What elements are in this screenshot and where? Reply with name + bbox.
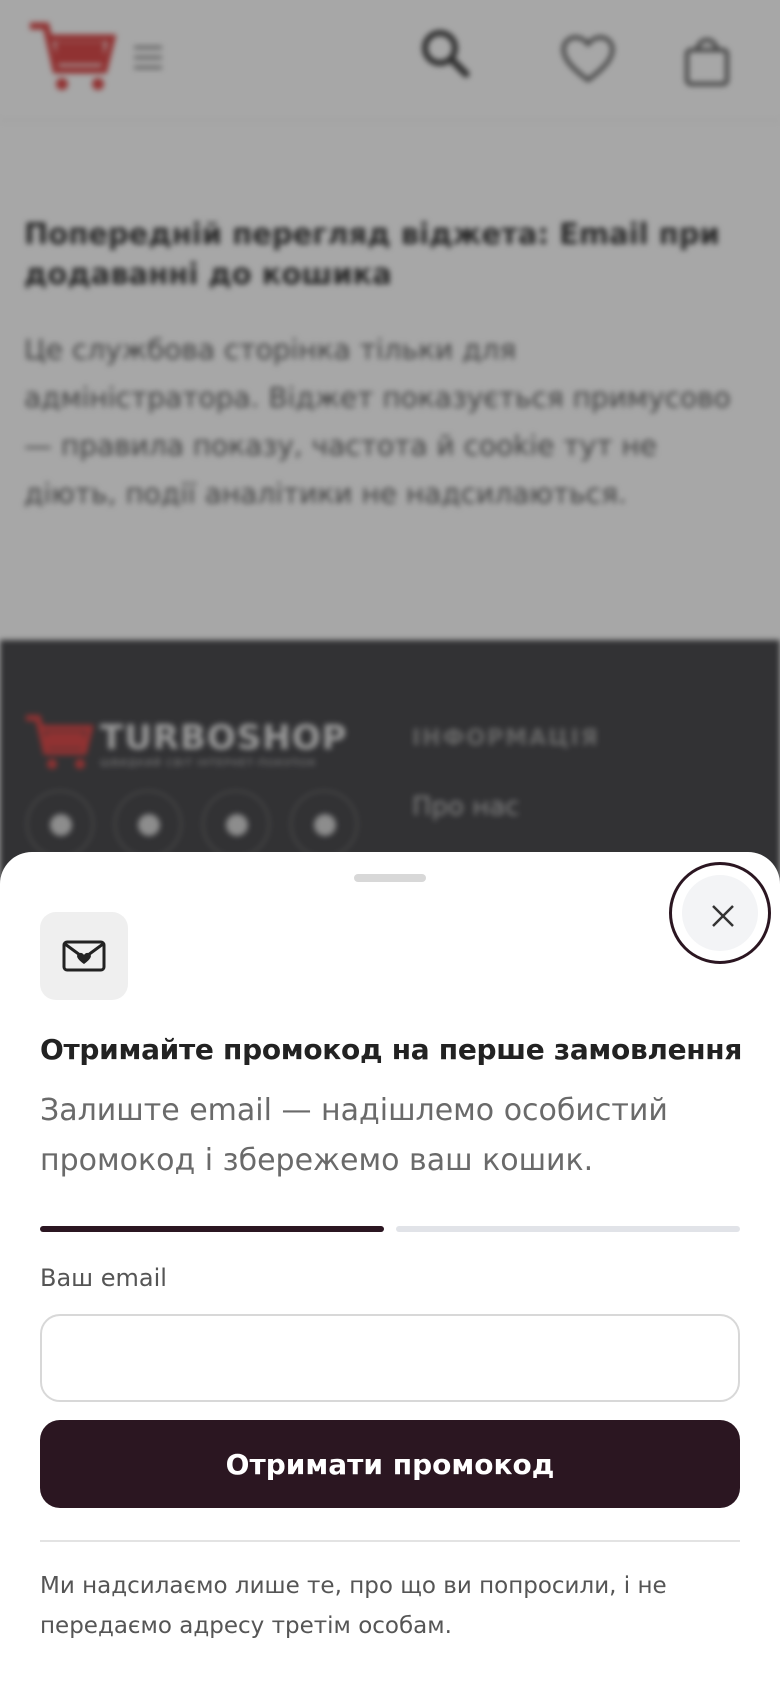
progress-step-1 [40,1226,384,1232]
widget-title: Отримайте промокод на перше замовлення [40,1033,743,1066]
progress-step-2 [396,1226,740,1232]
get-promocode-button[interactable]: Отримати промокод [40,1420,740,1508]
sheet-grabber-handle[interactable] [354,874,426,882]
privacy-disclaimer: Ми надсилаємо лише те, про що ви попроси… [40,1573,667,1639]
envelope-heart-icon [62,940,106,972]
divider [40,1540,740,1542]
close-button[interactable] [669,862,771,964]
email-field[interactable] [40,1314,740,1402]
step-progress [40,1226,740,1232]
email-label: Ваш email [40,1264,167,1292]
close-icon [712,905,734,927]
envelope-heart-tile [40,912,128,1000]
widget-subtitle: Залиште email — надішлемо особистий пром… [40,1093,668,1178]
